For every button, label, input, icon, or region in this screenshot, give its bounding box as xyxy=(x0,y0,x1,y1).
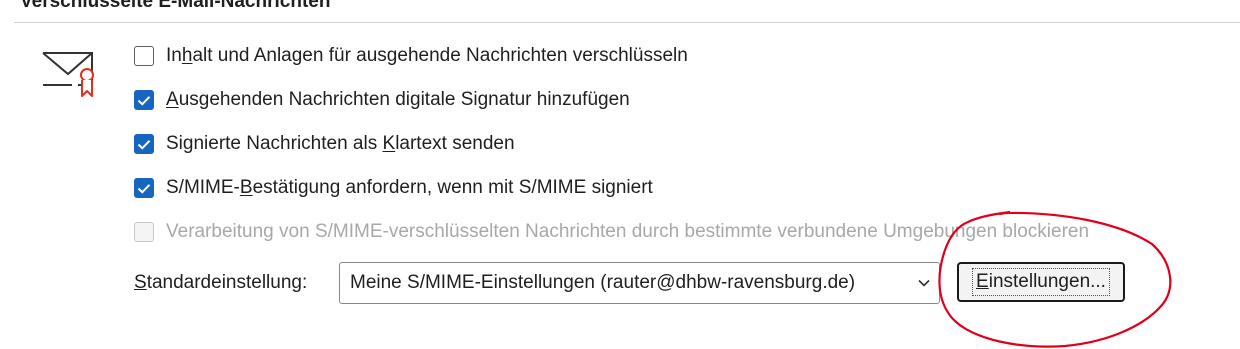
option-add-digital-signature[interactable]: Ausgehenden Nachrichten digitale Signatu… xyxy=(134,88,630,112)
checkbox-encrypt-contents[interactable] xyxy=(134,46,154,66)
section-title: Verschlüsselte E-Mail-Nachrichten xyxy=(20,0,331,12)
settings-button-label: Einstellungen... xyxy=(972,268,1110,296)
default-setting-value: Meine S/MIME-Einstellungen (rauter@dhbw-… xyxy=(350,272,856,293)
label-add-digital-signature: Ausgehenden Nachrichten digitale Signatu… xyxy=(166,89,630,110)
checkbox-send-cleartext[interactable] xyxy=(134,134,154,154)
label-send-cleartext: Signierte Nachrichten als Klartext sende… xyxy=(166,133,515,154)
label-encrypt-contents: Inhalt und Anlagen für ausgehende Nachri… xyxy=(166,45,688,66)
label-request-smime-receipt: S/MIME-Bestätigung anfordern, wenn mit S… xyxy=(166,177,653,198)
label-block-smime-processing: Verarbeitung von S/MIME-verschlüsselten … xyxy=(166,221,1090,242)
option-send-cleartext[interactable]: Signierte Nachrichten als Klartext sende… xyxy=(134,132,515,156)
checkmark-icon xyxy=(137,183,151,194)
default-setting-label: Standardeinstellung: xyxy=(134,272,308,293)
chevron-down-icon xyxy=(918,279,930,287)
option-encrypt-contents[interactable]: Inhalt und Anlagen für ausgehende Nachri… xyxy=(134,44,688,68)
envelope-certificate-icon xyxy=(42,52,94,97)
option-request-smime-receipt[interactable]: S/MIME-Bestätigung anfordern, wenn mit S… xyxy=(134,176,653,200)
section-divider xyxy=(14,22,1240,23)
checkbox-add-digital-signature[interactable] xyxy=(134,90,154,110)
settings-button[interactable]: Einstellungen... xyxy=(957,262,1125,302)
checkbox-block-smime-processing xyxy=(134,222,154,242)
checkbox-request-smime-receipt[interactable] xyxy=(134,178,154,198)
option-block-smime-processing: Verarbeitung von S/MIME-verschlüsselten … xyxy=(134,220,1089,244)
checkmark-icon xyxy=(137,139,151,150)
checkmark-icon xyxy=(137,95,151,106)
default-setting-dropdown[interactable]: Meine S/MIME-Einstellungen (rauter@dhbw-… xyxy=(339,262,940,304)
